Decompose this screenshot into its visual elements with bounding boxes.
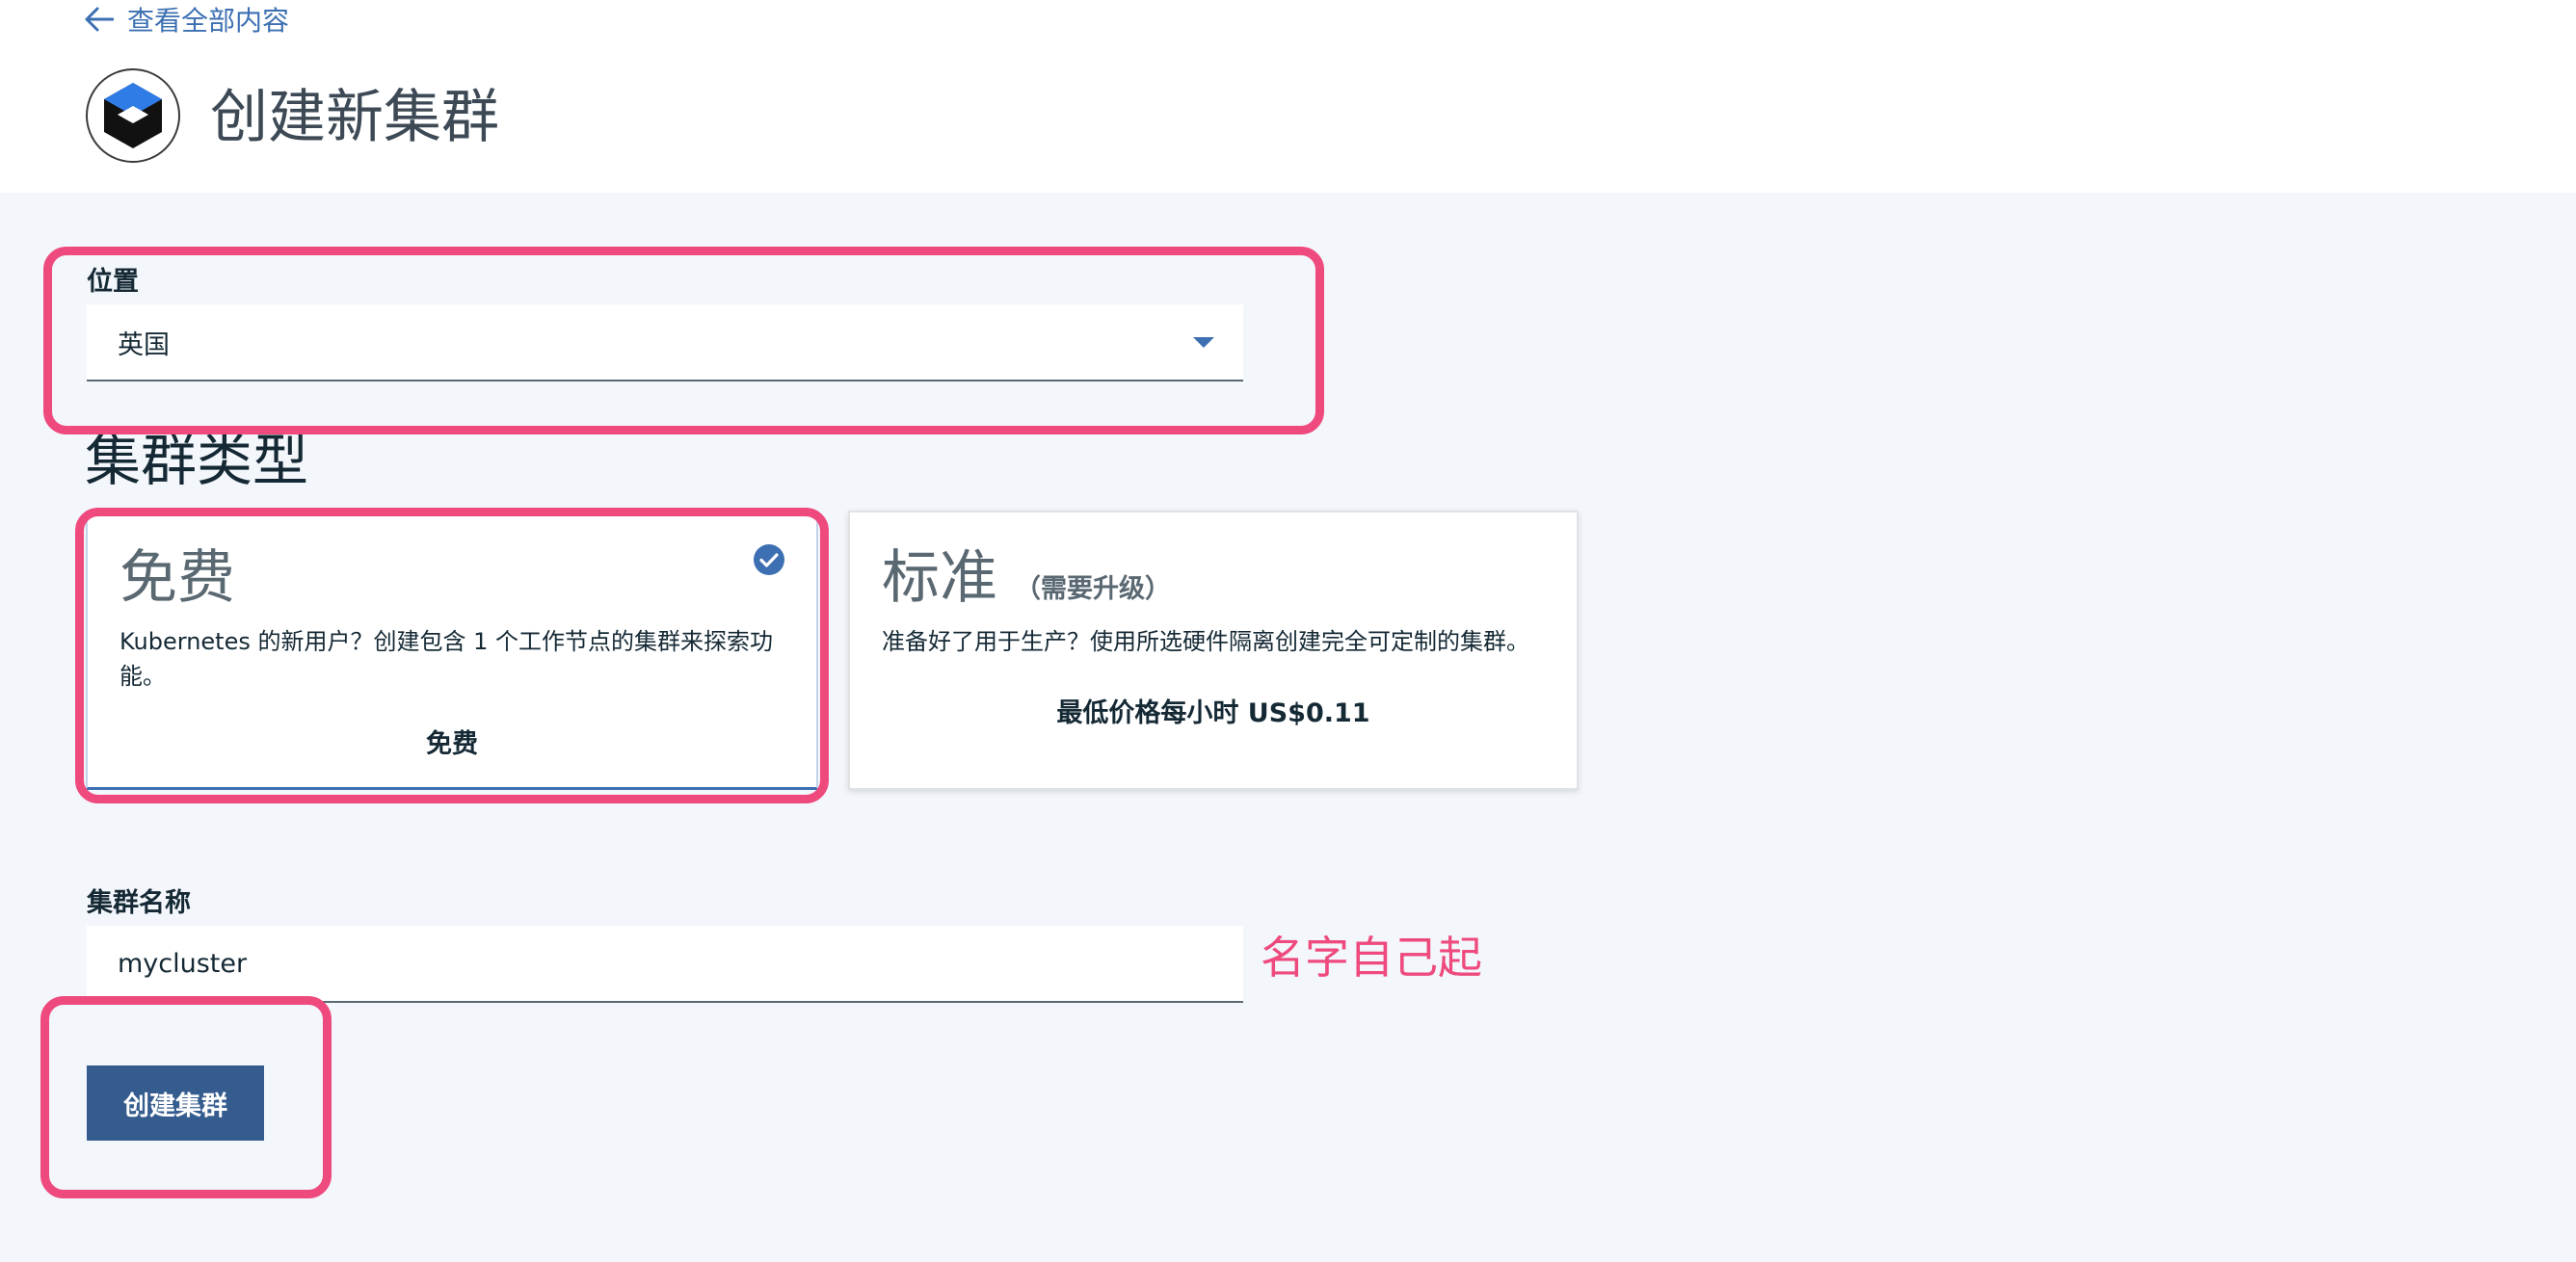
page-title: 创建新集群 [210,84,499,151]
cluster-name-input[interactable] [87,926,1243,1003]
back-link-label: 查看全部内容 [127,5,290,37]
location-selected-value: 英国 [118,329,170,360]
back-to-all-link[interactable]: 查看全部内容 [85,0,289,39]
standard-plan-title: 标准 [882,544,997,612]
standard-plan-price: 最低价格每小时 US$0.11 [1056,698,1370,728]
free-plan-price: 免费 [426,729,478,759]
standard-plan-title-row: 标准 （需要升级） [882,539,1171,628]
checkmark-selected-icon [754,544,784,575]
standard-plan-upgrade-note: （需要升级） [1015,574,1171,604]
kubernetes-service-logo [86,68,180,163]
caret-down-icon [1193,337,1214,348]
standard-plan-description: 准备好了用于生产？使用所选硬件隔离创建完全可定制的集群。 [882,628,1529,655]
location-select[interactable]: 英国 [87,304,1243,381]
page-header: 查看全部内容 创建新集群 [0,0,2576,193]
cluster-type-heading: 集群类型 [85,428,309,493]
cluster-name-label: 集群名称 [87,888,191,918]
free-plan-title: 免费 [120,544,235,612]
free-plan-card[interactable]: 免费 Kubernetes 的新用户？创建包含 1 个工作节点的集群来探索功能。… [86,511,818,790]
arrow-left-icon [85,7,114,32]
standard-plan-card[interactable]: 标准 （需要升级） 准备好了用于生产？使用所选硬件隔离创建完全可定制的集群。 最低… [848,511,1579,790]
free-plan-description: Kubernetes 的新用户？创建包含 1 个工作节点的集群来探索功能。 [120,628,774,690]
cube-icon [104,83,162,148]
location-label: 位置 [87,267,139,297]
create-cluster-button[interactable]: 创建集群 [87,1065,264,1141]
annotation-name-hint: 名字自己起 [1261,932,1482,984]
